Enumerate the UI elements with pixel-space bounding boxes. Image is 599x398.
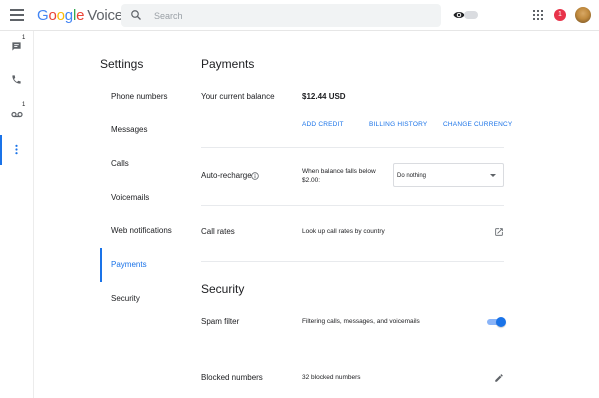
avatar[interactable] [575,7,591,23]
messages-count: 1 [22,35,26,41]
balance-value: $12.44 USD [302,92,346,101]
call-rates-label: Call rates [201,227,235,236]
change-currency-link[interactable]: CHANGE CURRENCY [443,121,512,128]
logo-letter: G [37,7,49,24]
add-credit-link[interactable]: ADD CREDIT [302,121,344,128]
search-icon[interactable] [130,9,142,21]
left-rail: 1 1 [0,31,34,398]
balance-label: Your current balance [201,92,275,101]
search-input[interactable] [154,7,424,24]
blocked-numbers-description: 32 blocked numbers [302,374,361,381]
voicemail-count: 1 [22,102,26,108]
apps-icon[interactable] [533,10,543,20]
auto-recharge-description: When balance falls below $2.00: [302,168,376,184]
toggle-knob [496,317,506,327]
nav-item-phone-numbers[interactable]: Phone numbers [100,80,200,114]
logo-letter: g [64,7,73,24]
google-voice-logo[interactable]: Google Voice [37,7,123,24]
auto-recharge-select[interactable]: Do nothing [393,163,504,187]
rail-item-voicemail[interactable]: 1 [0,99,34,129]
logo-letter: e [76,7,85,24]
chevron-down-icon [490,174,496,177]
top-bar: GoogleVoice 1 [0,0,599,31]
more-icon [15,144,18,155]
divider [201,205,504,206]
spam-filter-description: Filtering calls, messages, and voicemail… [302,318,420,325]
spam-filter-toggle[interactable] [487,317,506,327]
view-toggle[interactable] [464,11,478,19]
menu-icon[interactable] [10,9,24,21]
edit-icon[interactable] [494,373,504,383]
nav-item-messages[interactable]: Messages [100,113,200,147]
auto-recharge-label: Auto-recharge [201,171,252,180]
rail-item-calls[interactable] [0,65,34,95]
logo-letter: o [56,7,65,24]
nav-item-calls[interactable]: Calls [100,147,200,181]
info-icon[interactable] [251,172,259,180]
payments-title: Payments [201,57,255,71]
rail-item-more[interactable] [0,135,34,165]
rail-item-messages[interactable]: 1 [0,32,34,62]
nav-item-payments[interactable]: Payments [100,248,200,282]
spam-filter-label: Spam filter [201,317,240,326]
messages-icon [12,42,21,51]
divider [201,147,504,148]
search-bar[interactable] [121,4,441,27]
call-rates-description: Look up call rates by country [302,228,385,235]
logo-product-name: Voice [87,7,123,24]
security-title: Security [201,282,245,296]
nav-item-web-notifications[interactable]: Web notifications [100,214,200,248]
billing-history-link[interactable]: BILLING HISTORY [369,121,427,128]
nav-item-voicemails[interactable]: Voicemails [100,181,200,215]
open-in-new-icon[interactable] [494,227,504,237]
nav-item-security[interactable]: Security [100,282,200,316]
notification-badge[interactable]: 1 [554,9,566,21]
auto-recharge-selected-value: Do nothing [397,173,427,179]
logo-letter: o [48,7,57,24]
divider [201,261,504,262]
settings-title: Settings [100,57,144,71]
calls-icon [12,75,21,84]
blocked-numbers-label: Blocked numbers [201,373,263,382]
voicemail-icon [11,111,23,118]
